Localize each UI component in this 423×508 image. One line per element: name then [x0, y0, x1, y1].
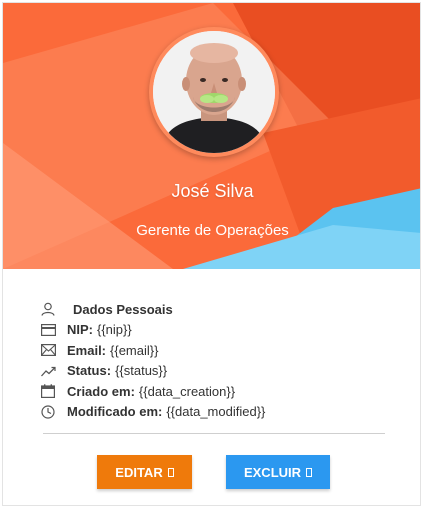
email-value: {{email}}	[110, 342, 159, 358]
clock-icon	[39, 404, 57, 420]
delete-icon	[306, 467, 313, 477]
edit-icon	[167, 467, 174, 477]
email-label: Email:	[67, 342, 107, 358]
edit-button[interactable]: EDITAR	[97, 455, 192, 489]
edit-button-label: EDITAR	[115, 464, 163, 480]
detail-row-status: Status: {{status}}	[39, 361, 389, 382]
profile-card: José Silva Gerente de Operações Dados Pe…	[2, 2, 421, 506]
created-label: Criado em:	[67, 383, 135, 399]
divider	[43, 433, 385, 434]
profile-header: José Silva Gerente de Operações	[3, 3, 420, 269]
status-value: {{status}}	[115, 363, 168, 379]
id-card-icon	[39, 322, 57, 338]
detail-row-created: Criado em: {{data_creation}}	[39, 381, 389, 402]
delete-button[interactable]: EXCLUIR	[226, 455, 330, 489]
envelope-icon	[39, 342, 57, 358]
section-header: Dados Pessoais	[39, 299, 389, 320]
delete-button-label: EXCLUIR	[243, 464, 302, 480]
modified-label: Modificado em:	[67, 404, 163, 420]
nip-value: {{nip}}	[97, 322, 132, 338]
created-value: {{data_creation}}	[138, 383, 236, 399]
avatar-photo	[153, 31, 275, 153]
personal-details: Dados Pessoais NIP: {{nip}} Email: {{ema…	[39, 299, 389, 422]
detail-row-email: Email: {{email}}	[39, 340, 389, 361]
profile-name: José Silva	[171, 181, 254, 201]
modified-value: {{data_modified}}	[166, 404, 266, 420]
nip-label: NIP:	[67, 322, 93, 338]
profile-role: Gerente de Operações	[136, 222, 289, 239]
section-title: Dados Pessoais	[73, 301, 173, 317]
detail-row-modified: Modificado em: {{data_modified}}	[39, 402, 389, 423]
status-label: Status:	[67, 363, 112, 379]
avatar	[149, 27, 279, 157]
detail-row-nip: NIP: {{nip}}	[39, 320, 389, 341]
user-icon	[39, 301, 57, 317]
trend-line-icon	[39, 363, 57, 379]
calendar-icon	[39, 383, 57, 399]
